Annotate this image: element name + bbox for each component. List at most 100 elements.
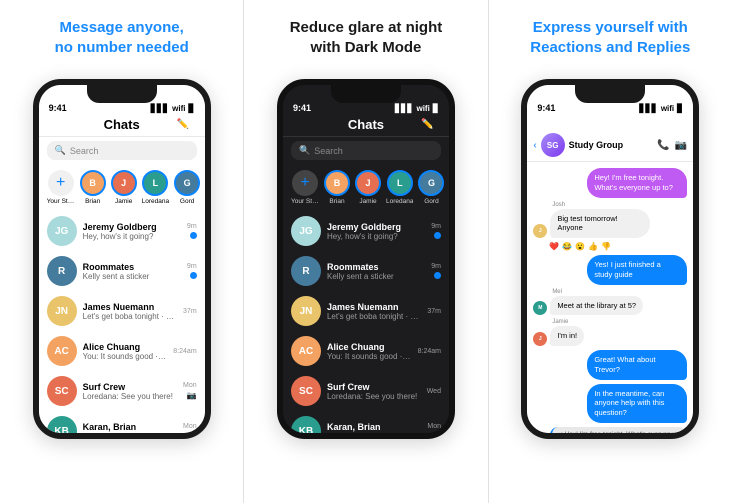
video-call-icon[interactable]: 📷 — [675, 140, 687, 151]
story-gord-label: Gord — [180, 198, 194, 205]
chat-jeremy-content: Jeremy Goldberg Hey, how's it going? — [83, 222, 181, 241]
compose-icon-light[interactable]: ✏️ — [177, 119, 195, 130]
search-bar-dark[interactable]: 🔍 Search — [291, 141, 441, 160]
chat-surf-content-dark: Surf Crew Loredana: See you there! — [327, 382, 421, 401]
story-loredana[interactable]: L Loredana — [142, 170, 169, 205]
story-loredana-label: Loredana — [142, 198, 169, 205]
story-add-avatar: + — [48, 170, 74, 196]
story-add-avatar-dark: + — [292, 170, 318, 196]
chat-karan-content: Karan, Brian Karan: Nice · Mon — [83, 422, 177, 434]
chat-jeremy-time-dark: 9m — [431, 223, 441, 230]
chat-surf[interactable]: SC Surf Crew Loredana: See you there! Mo… — [39, 371, 205, 411]
chat-james-avatar: JN — [47, 296, 77, 326]
msg-row-4: M Mel Meet at the library at 5? — [533, 289, 687, 316]
reaction-wow: 😮 — [575, 242, 585, 251]
battery-icon: ▊ — [189, 104, 195, 113]
chat-alice[interactable]: AC Alice Chuang You: It sounds good · 8:… — [39, 331, 205, 371]
story-brian[interactable]: B Brian — [80, 170, 106, 205]
wifi-icon-dark: wifi — [416, 104, 429, 113]
bubble-6: Great! What about Trevor? — [587, 350, 687, 380]
chat-karan-msg-dark: Karan: Nice · Mon — [327, 432, 421, 434]
story-your-dark[interactable]: + Your Story — [291, 170, 319, 205]
signal-icon-reactions: ▋▋▋ — [639, 104, 657, 113]
phone-notch-dark — [331, 85, 401, 103]
story-brian-dark[interactable]: B Brian — [324, 170, 350, 205]
panel-1-header: Message anyone,no number needed — [55, 18, 189, 69]
chat-karan-name: Karan, Brian — [83, 422, 177, 432]
msg-8-container: ↩ Hey! I'm free tonight. What's everyone… — [550, 427, 687, 433]
back-icon-reactions[interactable]: ‹ — [533, 140, 536, 151]
story-jamie-avatar-dark: J — [355, 170, 381, 196]
chat-jeremy-dark[interactable]: JG Jeremy Goldberg Hey, how's it going? … — [283, 211, 449, 251]
chat-karan-time-dark: Mon — [427, 423, 441, 430]
msg-5-container: Jamie I'm in! — [550, 319, 584, 346]
chat-karan-msg: Karan: Nice · Mon — [83, 432, 177, 434]
chat-jeremy-name-dark: Jeremy Goldberg — [327, 222, 425, 232]
replied-preview: ↩ Hey! I'm free tonight. What's everyone… — [550, 427, 687, 433]
chat-james-dark[interactable]: JN James Nuemann Let's get boba tonight … — [283, 291, 449, 331]
phone-light: 9:41 ▋▋▋ wifi ▊ Chats ✏️ 🔍 Search — [33, 79, 211, 439]
panel-2-title: Reduce glare at nightwith Dark Mode — [290, 18, 443, 57]
chat-james[interactable]: JN James Nuemann Let's get boba tonight … — [39, 291, 205, 331]
msg-4-container: Mel Meet at the library at 5? — [550, 289, 643, 316]
panel-light: Message anyone,no number needed 9:41 ▋▋▋… — [0, 0, 243, 449]
chat-jeremy[interactable]: JG Jeremy Goldberg Hey, how's it going? … — [39, 211, 205, 251]
story-gord[interactable]: G Gord — [174, 170, 200, 205]
panel-2-header: Reduce glare at nightwith Dark Mode — [290, 18, 443, 69]
story-your[interactable]: + Your Story — [47, 170, 75, 205]
chat-jeremy-time: 9m — [187, 223, 197, 230]
phone-call-icon[interactable]: 📞 — [657, 140, 669, 151]
bubble-1: Hey! I'm free tonight. What's everyone u… — [587, 168, 687, 198]
chat-alice-dark[interactable]: AC Alice Chuang You: It sounds good · 8:… — [283, 331, 449, 371]
story-loredana-avatar: L — [142, 170, 168, 196]
chat-roommates-dark[interactable]: R Roommates Kelly sent a sticker 9m — [283, 251, 449, 291]
story-gord-dark[interactable]: G Gord — [418, 170, 444, 205]
search-icon-dark: 🔍 — [299, 145, 310, 156]
story-your-label-dark: Your Story — [291, 198, 319, 205]
bubble-4: Meet at the library at 5? — [550, 296, 643, 316]
chat-karan-dot — [190, 432, 197, 433]
story-jamie[interactable]: J Jamie — [111, 170, 137, 205]
phone-dark: 9:41 ▋▋▋ wifi ▊ Chats ✏️ 🔍 Search — [277, 79, 455, 439]
story-jamie-dark[interactable]: J Jamie — [355, 170, 381, 205]
chat-roommates-msg-dark: Kelly sent a sticker — [327, 272, 425, 281]
chat-james-content-dark: James Nuemann Let's get boba tonight · 3… — [327, 302, 421, 321]
compose-icon-dark[interactable]: ✏️ — [421, 119, 439, 130]
search-icon-light: 🔍 — [55, 145, 66, 156]
chat-surf-dark[interactable]: SC Surf Crew Loredana: See you there! We… — [283, 371, 449, 411]
chat-karan[interactable]: KB Karan, Brian Karan: Nice · Mon Mon — [39, 411, 205, 433]
story-jamie-label: Jamie — [115, 198, 132, 205]
screen-dark: 9:41 ▋▋▋ wifi ▊ Chats ✏️ 🔍 Search — [283, 85, 449, 433]
msg-sender-jamie: Jamie — [550, 319, 584, 325]
chat-alice-meta: 8:24am — [173, 348, 196, 355]
msg-avatar-josh: J — [533, 224, 547, 238]
chat-jeremy-msg: Hey, how's it going? — [83, 232, 181, 241]
bubble-3: Yes! I just finished a study guide — [587, 255, 687, 285]
reaction-laugh: 😂 — [562, 242, 572, 251]
status-icons-light: ▋▋▋ wifi ▊ — [151, 104, 195, 113]
search-bar-light[interactable]: 🔍 Search — [47, 141, 197, 160]
msg-sender-josh: Josh — [550, 202, 650, 208]
chat-roommates[interactable]: R Roommates Kelly sent a sticker 9m — [39, 251, 205, 291]
chat-roommates-name: Roommates — [83, 262, 181, 272]
chat-surf-avatar: SC — [47, 376, 77, 406]
story-brian-label: Brian — [85, 198, 100, 205]
msg-row-2: J Josh Big test tomorrow! Anyone — [533, 202, 687, 239]
status-time-dark: 9:41 — [293, 103, 311, 113]
story-loredana-dark[interactable]: L Loredana — [386, 170, 413, 205]
status-icons-dark: ▋▋▋ wifi ▊ — [395, 104, 439, 113]
search-placeholder-dark: Search — [314, 146, 343, 156]
nav-bar-light: Chats ✏️ — [39, 115, 205, 137]
chat-roommates-content-dark: Roommates Kelly sent a sticker — [327, 262, 425, 281]
wifi-icon: wifi — [172, 104, 185, 113]
story-brian-label-dark: Brian — [329, 198, 344, 205]
bubble-2: Big test tomorrow! Anyone — [550, 209, 650, 239]
msg-avatar-mel: M — [533, 301, 547, 315]
chat-surf-time-dark: Wed — [427, 388, 441, 395]
chat-alice-time: 8:24am — [173, 348, 196, 355]
chat-karan-dark[interactable]: KB Karan, Brian Karan: Nice · Mon Mon — [283, 411, 449, 433]
msg-row-1: Hey! I'm free tonight. What's everyone u… — [533, 168, 687, 198]
chat-james-name-dark: James Nuemann — [327, 302, 421, 312]
chat-roommates-content: Roommates Kelly sent a sticker — [83, 262, 181, 281]
msg-2-container: Josh Big test tomorrow! Anyone — [550, 202, 650, 239]
